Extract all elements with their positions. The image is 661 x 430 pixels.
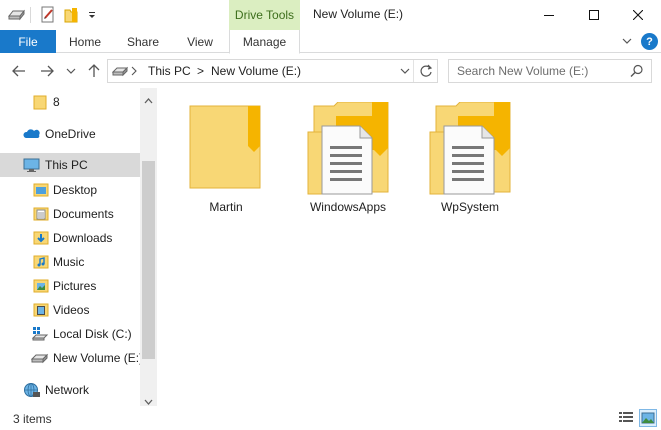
properties-icon[interactable] <box>38 5 58 25</box>
status-item-count: 3 items <box>13 412 52 426</box>
navigation-pane: 8 OneDrive This PC Desktop Documents Dow… <box>0 88 158 406</box>
tree-item-label: Documents <box>53 207 114 221</box>
file-list-area: Martin WindowsApps WpSystem <box>158 88 661 406</box>
search-icon[interactable] <box>630 64 644 81</box>
new-folder-icon[interactable] <box>61 5 81 25</box>
details-view-button[interactable] <box>617 409 635 427</box>
chevron-down-icon <box>66 68 76 74</box>
breadcrumb-new-volume[interactable]: New Volume (E:) <box>211 64 301 78</box>
folder-icon <box>32 94 48 110</box>
drive-icon <box>30 350 49 366</box>
status-bar: 3 items <box>0 406 661 430</box>
tree-item-onedrive[interactable]: OneDrive <box>0 122 140 146</box>
tree-item-network[interactable]: Network <box>0 378 140 402</box>
window-title: New Volume (E:) <box>313 7 404 21</box>
tab-manage[interactable]: Manage <box>229 30 300 54</box>
tree-item-label: Downloads <box>53 231 113 245</box>
up-button[interactable] <box>85 62 103 80</box>
file-item-name: WpSystem <box>440 200 499 214</box>
title-bar: Drive Tools New Volume (E:) <box>0 0 661 30</box>
tree-item-this-pc[interactable]: This PC <box>0 153 140 177</box>
ribbon-expand-chevron-icon[interactable] <box>620 34 634 48</box>
address-divider <box>413 60 414 82</box>
tree-item-label: Music <box>53 255 85 269</box>
back-arrow-icon <box>12 65 25 77</box>
folder-icon <box>189 105 261 189</box>
quick-access-separator <box>30 7 31 23</box>
downloads-folder-icon <box>33 230 49 246</box>
maximize-icon <box>589 10 599 20</box>
refresh-icon[interactable] <box>419 64 433 81</box>
tree-item-label: 8 <box>53 95 60 109</box>
help-button[interactable]: ? <box>641 33 658 50</box>
tree-item-videos[interactable]: Videos <box>0 298 140 322</box>
network-icon <box>23 382 40 398</box>
forward-button[interactable] <box>38 62 56 80</box>
breadcrumb-separator[interactable]: > <box>197 64 204 78</box>
tree-item-label: Desktop <box>53 183 98 197</box>
tree-item-label: This PC <box>45 158 88 172</box>
drive-icon <box>111 64 129 81</box>
address-bar[interactable]: This PC > New Volume (E:) <box>107 59 438 83</box>
file-item-wpsystem[interactable]: WpSystem <box>415 94 525 214</box>
nav-pane-scrollbar[interactable] <box>140 88 157 406</box>
desktop-folder-icon <box>33 182 49 198</box>
drive-icon[interactable] <box>6 5 26 25</box>
tab-view[interactable]: View <box>172 30 228 53</box>
onedrive-icon <box>23 126 40 142</box>
large-icons-view-icon <box>641 412 655 424</box>
search-input[interactable] <box>449 60 629 82</box>
tree-item-8[interactable]: 8 <box>0 90 140 114</box>
drive-tools-context-header: Drive Tools <box>229 0 300 30</box>
tree-item-label: OneDrive <box>45 127 96 141</box>
this-pc-icon <box>23 157 40 173</box>
tree-item-music[interactable]: Music <box>0 250 140 274</box>
file-item-martin[interactable]: Martin <box>171 94 281 214</box>
tree-item-new-volume-e[interactable]: New Volume (E:) <box>0 346 144 370</box>
tree-item-label: Videos <box>53 303 90 317</box>
tree-item-pictures[interactable]: Pictures <box>0 274 140 298</box>
forward-arrow-icon <box>41 65 54 77</box>
maximize-button[interactable] <box>571 0 617 30</box>
tree-item-label: Pictures <box>53 279 97 293</box>
breadcrumb-separator-icon[interactable] <box>129 64 139 81</box>
breadcrumb-this-pc[interactable]: This PC <box>148 64 191 78</box>
tab-file[interactable]: File <box>0 30 56 53</box>
close-icon <box>633 10 643 20</box>
tab-share[interactable]: Share <box>114 30 172 53</box>
minimize-button[interactable] <box>526 0 572 30</box>
tree-item-label: New Volume (E:) <box>53 351 144 365</box>
folder-documents-icon <box>307 102 389 195</box>
details-view-icon <box>619 412 633 422</box>
large-icons-view-button[interactable] <box>639 409 657 427</box>
tree-item-label: Network <box>45 383 90 397</box>
scroll-thumb[interactable] <box>142 161 155 359</box>
minimize-icon <box>544 15 554 16</box>
customize-dropdown-icon[interactable] <box>82 5 102 25</box>
close-button[interactable] <box>615 0 661 30</box>
search-box[interactable] <box>448 59 652 83</box>
documents-folder-icon <box>33 206 49 222</box>
back-button[interactable] <box>10 62 28 80</box>
pictures-folder-icon <box>33 278 49 294</box>
up-arrow-icon <box>88 64 100 77</box>
file-item-name: WindowsApps <box>309 200 387 214</box>
tree-item-local-disk-c[interactable]: Local Disk (C:) <box>0 322 140 346</box>
videos-folder-icon <box>33 302 49 318</box>
file-item-windowsapps[interactable]: WindowsApps <box>293 94 403 214</box>
windows-drive-icon <box>31 326 49 342</box>
music-folder-icon <box>33 254 49 270</box>
tree-item-label: Local Disk (C:) <box>53 327 132 341</box>
ribbon-tabs: File Home Share View Manage ? <box>0 30 661 54</box>
folder-documents-icon <box>429 102 511 195</box>
scroll-up-icon[interactable] <box>144 93 153 107</box>
file-item-name: Martin <box>209 200 243 214</box>
tree-item-documents[interactable]: Documents <box>0 202 140 226</box>
tree-item-downloads[interactable]: Downloads <box>0 226 140 250</box>
tree-item-desktop[interactable]: Desktop <box>0 178 140 202</box>
tab-home[interactable]: Home <box>56 30 114 53</box>
recent-locations-button[interactable] <box>62 62 80 80</box>
address-dropdown-icon[interactable] <box>400 65 410 80</box>
